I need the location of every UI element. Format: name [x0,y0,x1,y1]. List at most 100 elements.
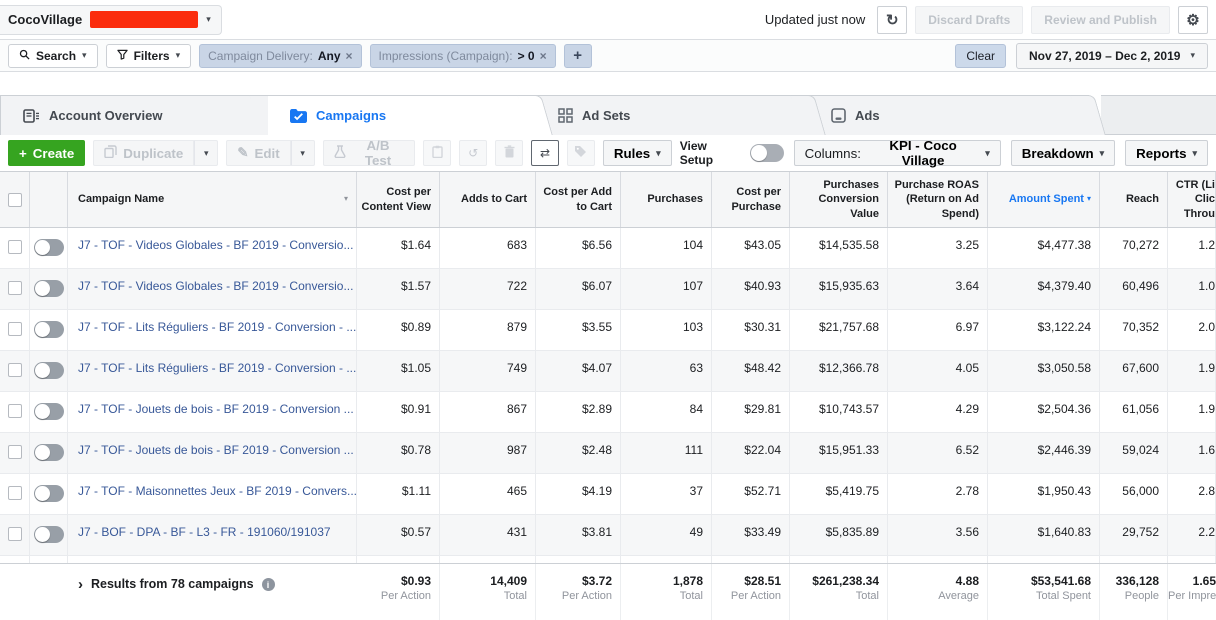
purchases-conversion-value-cell: $5,419.75 [790,474,888,514]
row-checkbox[interactable] [8,240,22,254]
cost-per-purchase-cell: $40.93 [712,269,790,309]
pixel-code-button[interactable]: ⇄ [531,140,559,166]
chevron-down-icon: ▾ [300,149,305,158]
row-checkbox[interactable] [8,404,22,418]
column-header-purchases-conversion-value[interactable]: Purchases Conversion Value [790,172,888,227]
column-header-purchase-roas[interactable]: Purchase ROAS (Return on Ad Spend) [888,172,988,227]
select-all-checkbox[interactable] [0,172,30,227]
date-range-selector[interactable]: Nov 27, 2019 – Dec 2, 2019 ▾ [1016,43,1208,69]
campaign-name-link[interactable]: J7 - TOF - Jouets de bois - BF 2019 - Co… [68,433,357,473]
ctr-cell: 1.6 [1168,433,1216,473]
discard-drafts-button[interactable]: Discard Drafts [915,6,1023,34]
rules-dropdown[interactable]: Rules ▾ [603,140,672,166]
create-button[interactable]: + Create [8,140,85,166]
campaign-name-link[interactable]: J7 - TOF - Lits Réguliers - BF 2019 - Co… [68,351,357,391]
row-checkbox[interactable] [8,322,22,336]
campaign-name-link[interactable]: J7 - TOF - Lits Réguliers - BF 2019 - Co… [68,310,357,350]
search-icon [19,49,30,63]
column-header-amount-spent[interactable]: Amount Spent ▾ [988,172,1100,227]
review-publish-button[interactable]: Review and Publish [1031,6,1170,34]
breakdown-dropdown[interactable]: Breakdown ▾ [1011,140,1115,166]
column-header-reach[interactable]: Reach [1100,172,1168,227]
tab-ads[interactable]: Ads [809,95,1089,135]
reports-dropdown[interactable]: Reports ▾ [1125,140,1208,166]
filters-dropdown[interactable]: Filters ▾ [106,44,192,68]
edit-button[interactable]: ✎ Edit [226,140,290,166]
row-checkbox[interactable] [8,281,22,295]
expand-results-chevron-icon[interactable]: › [78,577,83,592]
campaign-toggle[interactable] [34,362,64,379]
account-selector[interactable]: CocoVillage ▾ [0,5,222,35]
columns-dropdown[interactable]: Columns: KPI - Coco Village ▾ [794,140,1001,166]
table-row: J7 - TOF - Maisonnettes Jeux - BF 2019 -… [0,474,1216,515]
campaign-name-link[interactable]: J7 - TOF - Videos Globales - BF 2019 - C… [68,228,357,268]
row-checkbox[interactable] [8,445,22,459]
info-icon[interactable]: i [262,578,275,591]
clear-filters-button[interactable]: Clear [955,44,1006,68]
delete-button[interactable] [495,140,523,166]
refresh-icon: ↻ [886,11,899,29]
purchases-cell: 104 [621,228,712,268]
refresh-button[interactable]: ↻ [877,6,907,34]
campaign-toggle[interactable] [34,280,64,297]
tab-campaigns[interactable]: Campaigns [268,95,536,135]
campaign-toggle[interactable] [34,321,64,338]
cost-per-content-view-cell: $0.57 [357,515,440,555]
ab-test-button[interactable]: A/B Test [323,140,416,166]
purchases-cell: 84 [621,392,712,432]
campaign-name-link[interactable]: J7 - TOF - Jouets de bois - BF 2019 - Co… [68,392,357,432]
settings-button[interactable]: ⚙ [1178,6,1208,34]
row-checkbox[interactable] [8,363,22,377]
chevron-down-icon: ▾ [206,15,211,24]
edit-caret-button[interactable]: ▾ [291,140,315,166]
reach-cell: 29,752 [1100,515,1168,555]
close-icon[interactable]: × [540,49,547,63]
row-toggle-cell [30,392,68,432]
purchase-roas-cell: 3.25 [888,228,988,268]
campaign-toggle[interactable] [34,444,64,461]
filter-chip-impressions[interactable]: Impressions (Campaign): > 0 × [370,44,556,68]
toggle-column-header [30,172,68,227]
filter-chip-campaign-delivery[interactable]: Campaign Delivery: Any × [199,44,361,68]
campaign-name-link[interactable]: J7 - BOF - DPA - BF - L3 - FR - 191060/1… [68,515,357,555]
column-header-campaign-name[interactable]: Campaign Name ▾ [68,172,357,227]
pencil-icon: ✎ [237,145,248,161]
adds-to-cart-cell: 683 [440,228,536,268]
column-header-cost-per-add-to-cart[interactable]: Cost per Add to Cart [536,172,621,227]
purchases-conversion-value-cell: $15,935.63 [790,269,888,309]
campaign-toggle[interactable] [34,239,64,256]
campaign-toggle[interactable] [34,526,64,543]
close-icon[interactable]: × [346,49,353,63]
purchases-cell: 63 [621,351,712,391]
campaign-toggle[interactable] [34,485,64,502]
amount-spent-cell: $3,122.24 [988,310,1100,350]
search-dropdown[interactable]: Search ▾ [8,44,98,68]
undo-icon: ↺ [468,146,478,160]
adds-to-cart-cell: 465 [440,474,536,514]
duplicate-button[interactable]: Duplicate [93,140,194,166]
column-header-cost-per-content-view[interactable]: Cost per Content View [357,172,440,227]
clipboard-button[interactable] [423,140,451,166]
tag-button[interactable] [567,140,595,166]
row-checkbox[interactable] [8,486,22,500]
tab-account-overview[interactable]: Account Overview [0,95,268,135]
row-checkbox[interactable] [8,527,22,541]
campaign-name-link[interactable]: J7 - TOF - Maisonnettes Jeux - BF 2019 -… [68,474,357,514]
purchases-cell: 49 [621,515,712,555]
column-header-ctr[interactable]: CTR (Li Clic Throu [1168,172,1216,227]
total-reach: 336,128People [1100,564,1168,620]
column-header-adds-to-cart[interactable]: Adds to Cart [440,172,536,227]
duplicate-caret-button[interactable]: ▾ [194,140,218,166]
add-filter-button[interactable]: + [564,44,592,68]
view-setup-toggle[interactable] [750,144,784,162]
tab-ad-sets[interactable]: Ad Sets [536,95,809,135]
table-row: J7 - TOF - Lits Réguliers - BF 2019 - Co… [0,351,1216,392]
column-header-purchases[interactable]: Purchases [621,172,712,227]
row-checkbox-cell [0,310,30,350]
purchase-roas-cell: 6.97 [888,310,988,350]
undo-button[interactable]: ↺ [459,140,487,166]
row-checkbox-cell [0,515,30,555]
campaign-toggle[interactable] [34,403,64,420]
campaign-name-link[interactable]: J7 - TOF - Videos Globales - BF 2019 - C… [68,269,357,309]
column-header-cost-per-purchase[interactable]: Cost per Purchase [712,172,790,227]
